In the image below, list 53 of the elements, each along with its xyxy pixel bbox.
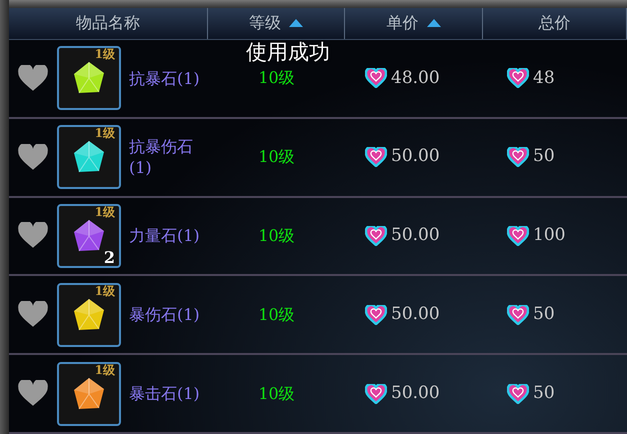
total-price: 50 xyxy=(533,145,555,168)
item-slot[interactable]: 1级 xyxy=(57,46,121,110)
item-name: 力量石(1) xyxy=(129,225,201,246)
tier-label: 1级 xyxy=(94,206,115,218)
toast-message: 使用成功 xyxy=(246,40,330,64)
sort-up-icon xyxy=(289,19,303,28)
tier-label: 1级 xyxy=(94,284,115,297)
heart-gem-icon xyxy=(365,68,387,88)
sort-up-icon xyxy=(426,19,440,28)
item-level: 10级 xyxy=(258,304,295,326)
heart-gem-icon xyxy=(365,226,387,246)
unit-price: 50.00 xyxy=(391,224,440,248)
item-level: 10级 xyxy=(258,146,295,168)
total-price: 48 xyxy=(533,66,555,90)
column-header[interactable]: 等级 xyxy=(208,8,345,39)
item-name: 暴击石(1) xyxy=(129,383,201,404)
heart-icon[interactable] xyxy=(18,144,48,171)
item-level: 10级 xyxy=(258,382,295,405)
heart-icon[interactable] xyxy=(18,380,48,408)
heart-gem-icon xyxy=(507,304,529,325)
item-count: 2 xyxy=(104,250,115,266)
unit-price: 50.00 xyxy=(391,303,440,326)
heart-gem-icon xyxy=(507,384,529,404)
item-name: 抗暴石(1) xyxy=(129,68,201,89)
tier-label: 1级 xyxy=(94,127,115,140)
column-header[interactable]: 总价 xyxy=(483,8,627,39)
item-slot[interactable]: 1级 xyxy=(57,362,121,426)
heart-icon[interactable] xyxy=(18,64,48,92)
item-level: 10级 xyxy=(258,67,295,90)
column-header[interactable]: 物品名称 xyxy=(9,8,208,39)
item-slot[interactable]: 1级 xyxy=(57,282,121,347)
tier-label: 1级 xyxy=(94,364,115,376)
total-price: 100 xyxy=(533,224,566,248)
heart-gem-icon xyxy=(365,304,387,325)
unit-price: 48.00 xyxy=(391,66,440,90)
heart-icon[interactable] xyxy=(18,301,48,328)
item-name: 暴伤石(1) xyxy=(129,304,201,326)
item-name: 抗暴伤石(1) xyxy=(129,136,194,178)
heart-gem-icon xyxy=(365,147,387,168)
column-header[interactable]: 单价 xyxy=(345,8,483,39)
heart-gem-icon xyxy=(507,226,529,246)
tier-label: 1级 xyxy=(94,48,115,60)
total-price: 50 xyxy=(533,303,555,326)
unit-price: 50.00 xyxy=(391,145,440,168)
unit-price: 50.00 xyxy=(391,382,440,405)
heart-gem-icon xyxy=(507,147,529,168)
item-level: 10级 xyxy=(258,224,295,247)
total-price: 50 xyxy=(533,382,555,405)
heart-gem-icon xyxy=(507,68,529,88)
item-slot[interactable]: 1级 xyxy=(57,125,121,190)
heart-icon[interactable] xyxy=(18,222,48,250)
item-slot[interactable]: 1级 2 xyxy=(57,204,121,268)
heart-gem-icon xyxy=(365,384,387,404)
